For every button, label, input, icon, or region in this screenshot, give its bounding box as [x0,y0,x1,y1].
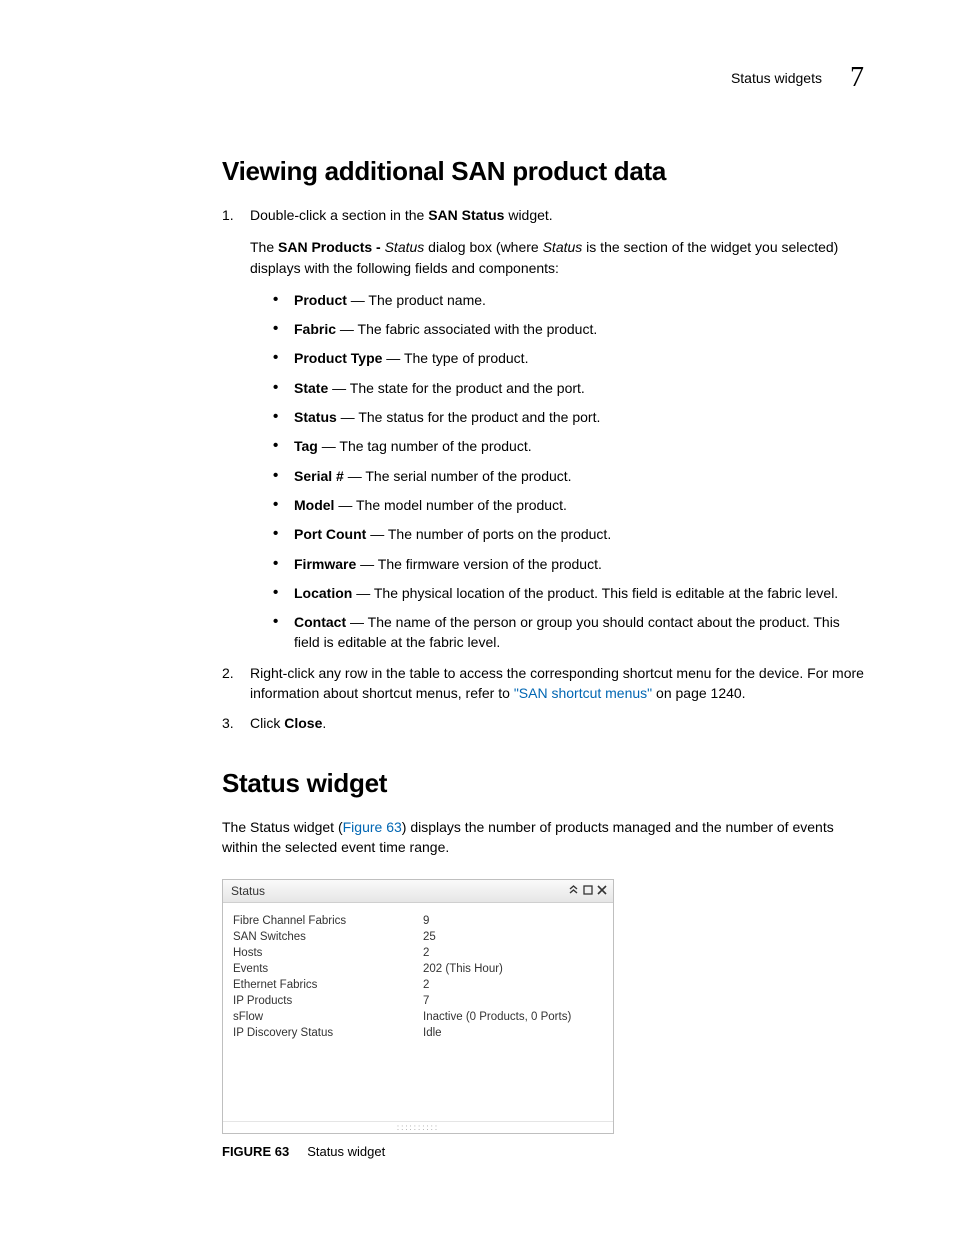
def-item: Serial # — The serial number of the prod… [270,466,864,486]
procedure-steps: Double-click a section in the SAN Status… [222,205,864,734]
section-heading-viewing: Viewing additional SAN product data [222,156,864,187]
widget-row[interactable]: Ethernet Fabrics2 [233,977,607,993]
def-item: State — The state for the product and th… [270,378,864,398]
def-item: Contact — The name of the person or grou… [270,612,864,653]
resize-handle[interactable]: :::::::::: [223,1121,613,1133]
close-icon[interactable] [597,885,607,898]
def-item: Tag — The tag number of the product. [270,436,864,456]
widget-row[interactable]: IP Products7 [233,993,607,1009]
def-item: Fabric — The fabric associated with the … [270,319,864,339]
running-header: Status widgets 7 [90,62,864,94]
step-1-followup: The SAN Products - Status dialog box (wh… [250,237,864,278]
def-item: Model — The model number of the product. [270,495,864,515]
widget-row[interactable]: Fibre Channel Fabrics9 [233,913,607,929]
status-widget-intro: The Status widget (Figure 63) displays t… [222,817,864,858]
def-item: Location — The physical location of the … [270,583,864,603]
step-2: Right-click any row in the table to acce… [222,663,864,704]
header-section: Status widgets [731,70,822,86]
link-san-shortcut-menus[interactable]: "SAN shortcut menus" [514,685,652,701]
widget-row[interactable]: IP Discovery StatusIdle [233,1025,607,1041]
def-item: Firmware — The firmware version of the p… [270,554,864,574]
status-widget-panel: Status Fibre Channel Fabrics9 SAN Switch… [222,879,614,1134]
collapse-up-icon[interactable] [568,884,579,898]
figure-caption: FIGURE 63Status widget [222,1144,864,1159]
widget-titlebar-controls [568,884,607,898]
step-3: Click Close. [222,713,864,733]
widget-titlebar[interactable]: Status [223,880,613,903]
widget-row[interactable]: Hosts2 [233,945,607,961]
def-item: Status — The status for the product and … [270,407,864,427]
maximize-icon[interactable] [583,885,593,898]
widget-title: Status [231,884,265,898]
widget-body: Fibre Channel Fabrics9 SAN Switches25 Ho… [223,903,613,1121]
widget-row[interactable]: Events202 (This Hour) [233,961,607,977]
def-item: Port Count — The number of ports on the … [270,524,864,544]
step-1: Double-click a section in the SAN Status… [222,205,864,653]
section-heading-status-widget: Status widget [222,768,864,799]
widget-row[interactable]: sFlowInactive (0 Products, 0 Ports) [233,1009,607,1025]
def-item: Product — The product name. [270,290,864,310]
widget-row[interactable]: SAN Switches25 [233,929,607,945]
chapter-number: 7 [850,62,864,94]
field-definitions: Product — The product name. Fabric — The… [270,290,864,653]
def-item: Product Type — The type of product. [270,348,864,368]
link-figure-63[interactable]: Figure 63 [343,819,402,835]
